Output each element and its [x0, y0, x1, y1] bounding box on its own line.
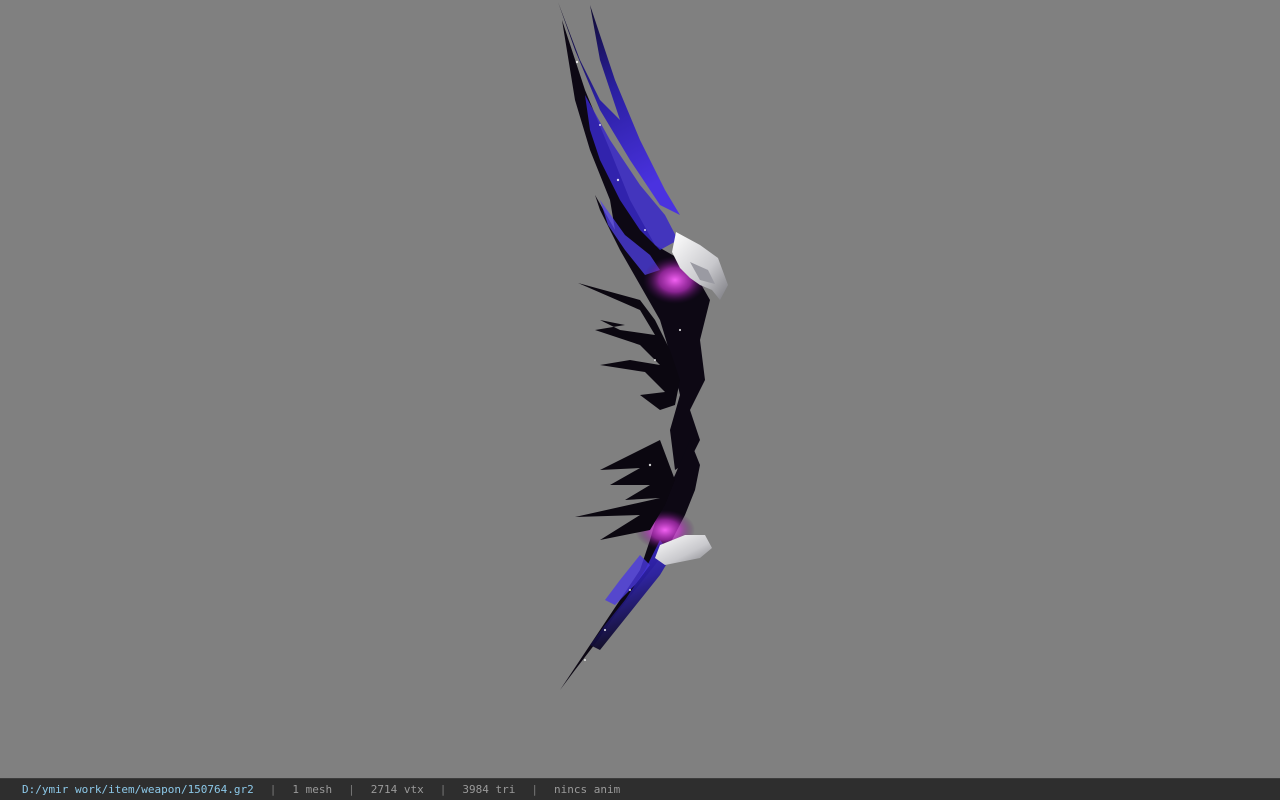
file-path: D:/ymir work/item/weapon/150764.gr2	[22, 783, 254, 796]
separator: |	[348, 783, 355, 796]
3d-viewport[interactable]	[0, 0, 1280, 778]
separator: |	[439, 783, 447, 796]
animation-status: nincs anim	[554, 783, 621, 796]
mesh-count: 1 mesh	[292, 783, 333, 796]
status-bar: D:/ymir work/item/weapon/150764.gr2 | 1 …	[0, 778, 1280, 800]
triangle-count: 3984 tri	[462, 783, 516, 796]
separator: |	[269, 783, 277, 796]
separator: |	[531, 783, 539, 796]
vertex-count: 2714 vtx	[370, 783, 424, 796]
bow-model	[558, 2, 728, 690]
